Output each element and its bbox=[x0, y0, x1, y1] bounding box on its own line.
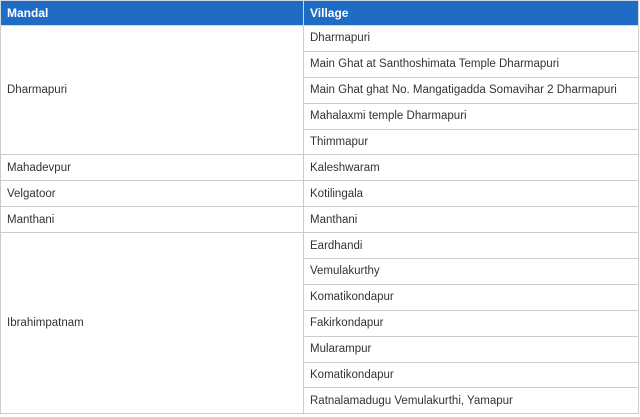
mandal-cell: Dharmapuri bbox=[0, 24, 304, 156]
header-village: Village bbox=[303, 0, 639, 26]
village-cell: Dharmapuri bbox=[303, 25, 639, 52]
mandal-cell: Manthani bbox=[0, 206, 304, 234]
village-cell: Manthani bbox=[303, 206, 639, 234]
village-cell: Ratnalamadugu Vemulakurthi, Yamapur bbox=[303, 387, 639, 415]
mandal-village-table: Mandal Village Dharmapuri Dharmapuri Main … bbox=[0, 0, 639, 415]
table-body: Dharmapuri Dharmapuri Main Ghat at Santhos… bbox=[0, 24, 639, 415]
mandal-cell: Mahadevpur bbox=[0, 154, 304, 182]
header-row: Mandal Village bbox=[0, 0, 639, 26]
village-cell: Fakirkondapur bbox=[303, 309, 639, 337]
village-cell: Main Ghat at Santhoshimata Temple Dharma… bbox=[303, 50, 639, 78]
village-cell: Mahalaxmi temple Dharmapuri bbox=[303, 102, 639, 130]
village-cell: Mularampur bbox=[303, 335, 639, 363]
village-cell: Kotilingala bbox=[303, 180, 639, 208]
village-cell: Komatikondapur bbox=[303, 283, 639, 311]
table-row: Manthani Manthani bbox=[0, 206, 639, 234]
village-cell: Vemulakurthy bbox=[303, 258, 639, 285]
table-row: Velgatoor Kotilingala bbox=[0, 180, 639, 208]
village-cell: Main Ghat ghat No. Mangatigadda Somaviha… bbox=[303, 76, 639, 104]
table-row: Mahadevpur Kaleshwaram bbox=[0, 154, 639, 182]
village-cell: Thimmapur bbox=[303, 128, 639, 156]
header-mandal: Mandal bbox=[0, 0, 304, 26]
village-cell: Eardhandi bbox=[303, 232, 639, 260]
mandal-cell: Ibrahimpatnam bbox=[0, 232, 304, 415]
mandal-cell: Velgatoor bbox=[0, 180, 304, 208]
village-cell: Komatikondapur bbox=[303, 361, 639, 389]
table-row: Ibrahimpatnam Eardhandi bbox=[0, 232, 639, 415]
table-row: Dharmapuri Dharmapuri bbox=[0, 24, 639, 156]
village-cell: Kaleshwaram bbox=[303, 154, 639, 182]
